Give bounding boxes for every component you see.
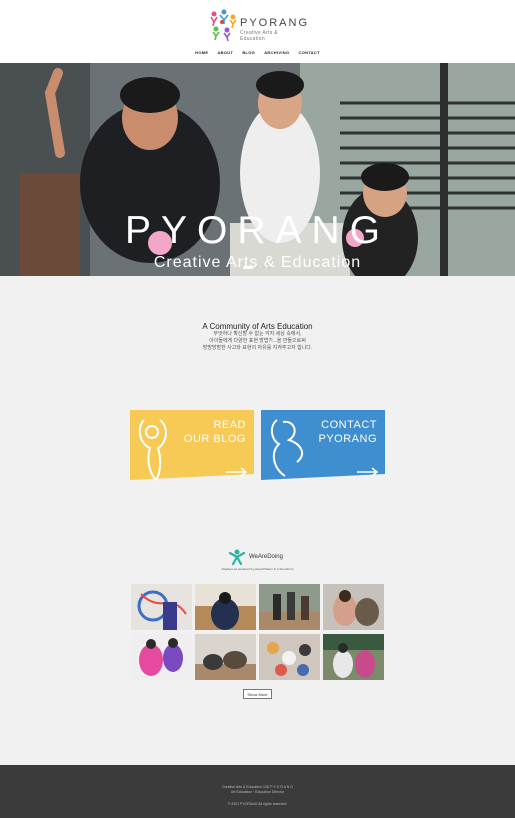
gallery-photo-2[interactable] (195, 584, 256, 630)
nav-item-about[interactable]: ABOUT (217, 50, 233, 55)
gallery-caption: Displays as rendered by plecal Pattern i… (221, 567, 294, 571)
slider-dots (243, 266, 274, 269)
gallery-photo-5[interactable] (131, 634, 192, 680)
footer-copyright: © 2021 PYORANG All rights reserved. (227, 802, 288, 806)
read-blog-card[interactable]: READ OUR BLOG (130, 410, 254, 482)
site-logo[interactable]: PYORANG Creative Arts & Education (208, 8, 307, 44)
slider-dot-1[interactable] (243, 266, 253, 269)
gallery-photo-6[interactable] (195, 634, 256, 680)
community-section: A Community of Arts Education 무엇하나 확신할 수… (0, 322, 515, 352)
site-footer: Creative Arts & Education 으로 P Y O R A N… (0, 765, 515, 818)
slider-dot-4[interactable] (268, 266, 271, 269)
gallery-photo-4[interactable] (323, 584, 384, 630)
blog-card-line-2: OUR BLOG (183, 433, 246, 445)
wearedoing-logo: WeAreDoing (228, 549, 298, 565)
logo-tagline: Creative Arts & Education (240, 30, 278, 42)
show-more-button[interactable]: Show More (243, 689, 272, 699)
hero-subtitle: Creative Arts & Education (153, 254, 362, 271)
main-nav: HOME ABOUT BLOG ARCHIVING CONTACT (0, 50, 515, 55)
slider-dot-2[interactable] (256, 266, 259, 269)
nav-item-archiving[interactable]: ARCHIVING (264, 50, 289, 55)
contact-card-line-1: CONTACT (321, 419, 377, 431)
gallery-photo-8[interactable] (323, 634, 384, 680)
community-heading: A Community of Arts Education (202, 322, 313, 331)
hero-title: PYORANG (124, 209, 391, 252)
community-line-2: 아이들에게 다양한 표현 방법?!...을 만들으로써 (209, 338, 306, 344)
nav-item-home[interactable]: HOME (195, 50, 208, 55)
blog-card-label: READ OUR BLOG (184, 418, 246, 446)
contact-card-label: CONTACT PYORANG (318, 418, 377, 446)
contact-card[interactable]: CONTACT PYORANG (261, 410, 385, 482)
community-line-3: 방방방방한 사고와 표현의 자유를 지켜주고자 합니다. (202, 345, 313, 351)
teal-figure-icon (228, 549, 246, 565)
slider-dot-3[interactable] (262, 266, 265, 269)
community-line-1: 무엇하나 확신할 수 없는 각자 세상 속에서, (213, 331, 302, 337)
site-header: PYORANG Creative Arts & Education HOME A… (0, 0, 515, 63)
nav-item-contact[interactable]: CONTACT (299, 50, 320, 55)
nav-item-blog[interactable]: BLOG (242, 50, 255, 55)
gallery-photo-3[interactable] (259, 584, 320, 630)
logo-title: PYORANG (240, 17, 310, 29)
footer-line-2: Art Education · Education Director (231, 790, 284, 794)
logo-figures-icon (210, 9, 237, 42)
hero-slider[interactable]: PYORANG Creative Arts & Education (0, 63, 515, 276)
contact-card-line-2: PYORANG (318, 433, 377, 445)
gallery-title: WeAreDoing (249, 554, 283, 560)
gallery-photo-7[interactable] (259, 634, 320, 680)
gallery-photo-1[interactable] (131, 584, 192, 630)
blog-card-line-1: READ (213, 419, 246, 431)
